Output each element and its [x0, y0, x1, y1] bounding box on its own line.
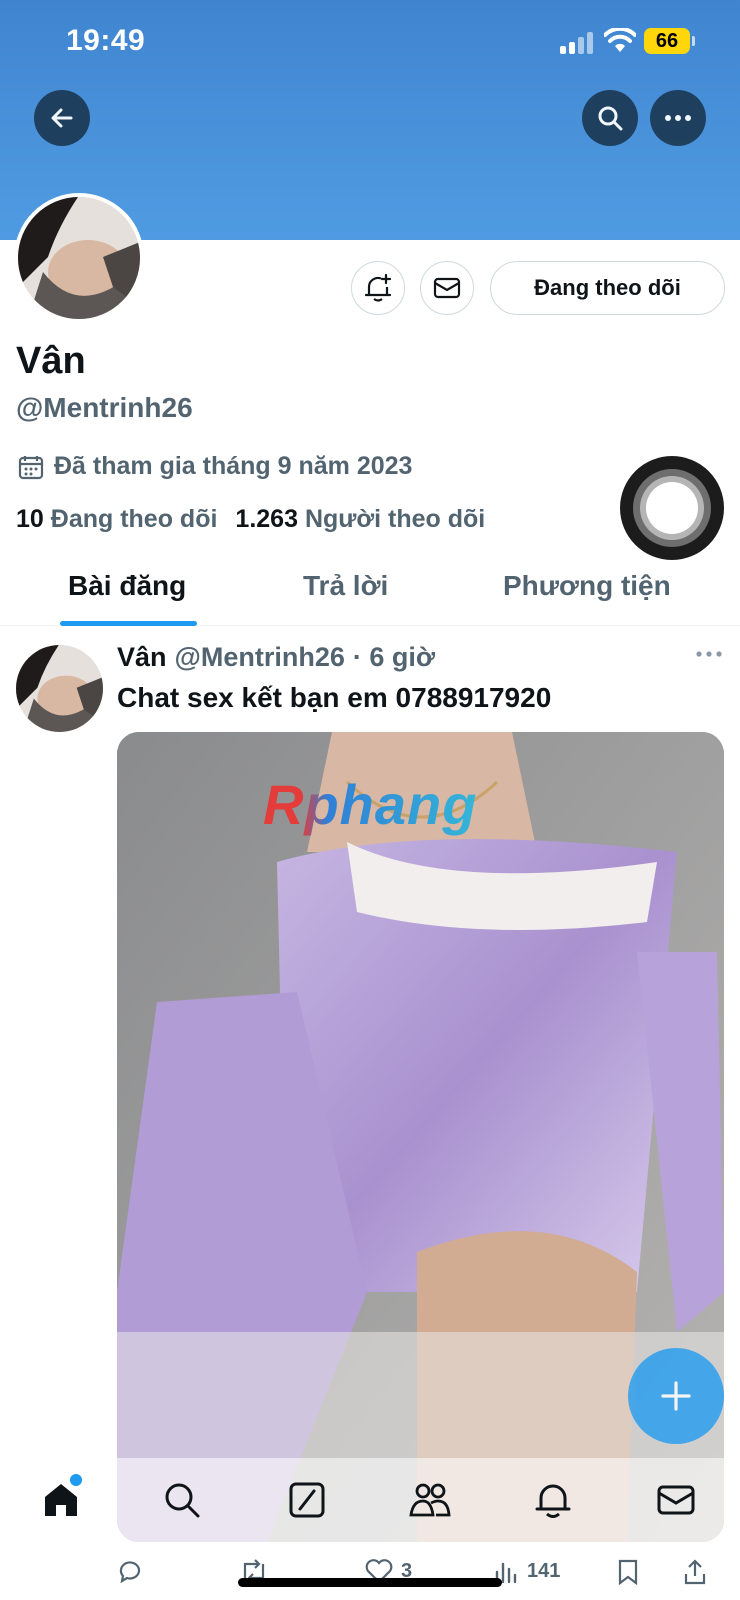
active-tab-indicator — [60, 621, 197, 626]
joined-text: Đã tham gia tháng 9 năm 2023 — [54, 452, 413, 480]
reply-action[interactable] — [117, 1558, 143, 1584]
mail-icon — [433, 277, 461, 299]
status-time: 19:49 — [66, 24, 146, 57]
followers-stat[interactable]: 1.263 Người theo dõi — [235, 505, 485, 534]
share-icon — [684, 1559, 706, 1585]
profile-tabs: Bài đăng Trả lời Phương tiện — [0, 560, 740, 626]
post-avatar[interactable] — [16, 645, 103, 732]
views-action[interactable]: 141 — [493, 1558, 560, 1584]
compose-fab-button[interactable] — [628, 1348, 724, 1444]
home-unread-dot — [70, 1474, 82, 1486]
follow-stats: 10 Đang theo dõi 1.263 Người theo dõi — [16, 505, 485, 534]
following-label: Đang theo dõi — [50, 505, 218, 533]
view-count: 141 — [527, 1559, 561, 1582]
calendar-icon — [18, 455, 44, 479]
bell-plus-icon — [364, 273, 392, 302]
notify-button[interactable] — [351, 261, 405, 315]
back-arrow-icon — [51, 108, 73, 128]
post-time: · 6 giờ — [352, 642, 436, 672]
home-icon — [45, 1484, 77, 1516]
post-more-icon[interactable] — [696, 650, 722, 658]
display-name: Vân — [16, 340, 86, 382]
tab-messages[interactable] — [654, 1478, 698, 1522]
media-photo — [117, 732, 724, 1542]
tab-grok[interactable] — [285, 1478, 329, 1522]
followers-count: 1.263 — [235, 505, 298, 533]
tab-notifications[interactable] — [531, 1478, 575, 1522]
tab-posts[interactable]: Bài đăng — [68, 570, 186, 602]
following-stat[interactable]: 10 Đang theo dõi — [16, 505, 217, 534]
back-button[interactable] — [34, 90, 90, 146]
post-media-image[interactable]: Rphang — [117, 732, 724, 1542]
post-author-handle[interactable]: @Mentrinh26 — [175, 642, 345, 673]
tab-replies[interactable]: Trả lời — [303, 570, 388, 602]
communities-icon — [409, 1483, 451, 1517]
search-icon — [598, 106, 623, 131]
following-button[interactable]: Đang theo dõi — [490, 261, 725, 315]
search-button[interactable] — [582, 90, 638, 146]
joined-date: Đã tham gia tháng 9 năm 2023 — [18, 452, 412, 481]
grok-icon — [289, 1482, 325, 1518]
post-header: Vân @Mentrinh26 · 6 giờ — [117, 642, 435, 673]
status-bar: 19:49 66 — [0, 0, 740, 84]
avatar-photo — [18, 197, 140, 319]
profile-avatar[interactable] — [14, 193, 144, 323]
media-watermark: Rphang — [263, 773, 478, 836]
wifi-icon — [604, 28, 636, 52]
bookmark-icon — [618, 1559, 638, 1586]
home-indicator — [238, 1578, 502, 1587]
assistive-touch-ring-inner — [640, 476, 704, 540]
more-icon — [665, 115, 691, 121]
more-button[interactable] — [650, 90, 706, 146]
mail-icon — [657, 1485, 695, 1515]
cellular-signal-icon — [560, 30, 596, 54]
post-avatar-photo — [16, 645, 103, 732]
post-text: Chat sex kết bạn em 0788917920 — [117, 682, 552, 713]
battery-indicator: 66 — [644, 28, 690, 54]
tab-communities[interactable] — [408, 1478, 452, 1522]
tab-search[interactable] — [160, 1478, 204, 1522]
bell-icon — [535, 1484, 571, 1518]
assistive-touch-core — [646, 482, 698, 534]
plus-icon — [661, 1381, 691, 1411]
assistive-touch-ring — [633, 469, 711, 547]
tab-media[interactable]: Phương tiện — [503, 570, 671, 602]
message-button[interactable] — [420, 261, 474, 315]
reply-icon — [119, 1561, 141, 1584]
followers-label: Người theo dõi — [304, 505, 486, 533]
bookmark-action[interactable] — [617, 1558, 639, 1586]
post-author-name[interactable]: Vân — [117, 642, 167, 673]
battery-cap — [692, 36, 695, 46]
share-action[interactable] — [683, 1558, 707, 1586]
profile-handle: @Mentrinh26 — [16, 392, 193, 423]
assistive-touch-button[interactable] — [620, 456, 724, 560]
following-count: 10 — [16, 505, 44, 533]
search-icon — [165, 1483, 200, 1518]
